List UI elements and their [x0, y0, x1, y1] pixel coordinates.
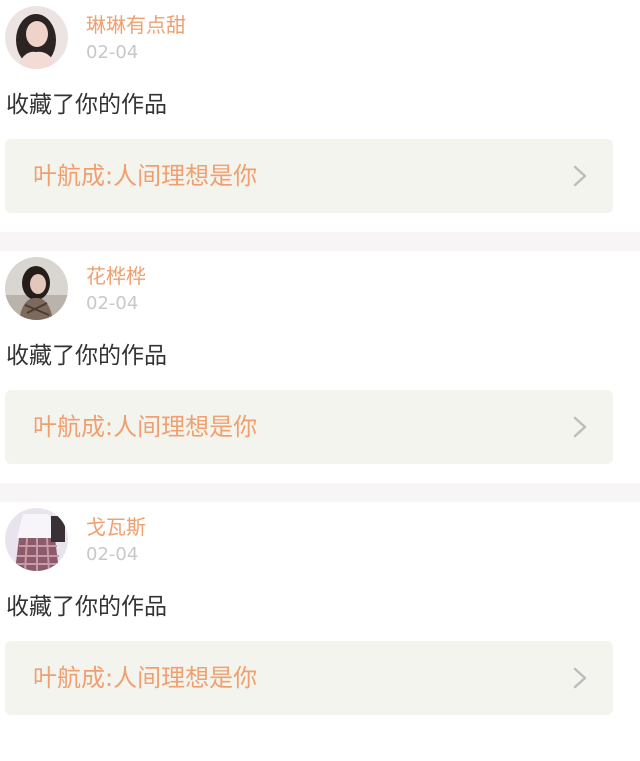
- username[interactable]: 戈瓦斯: [86, 514, 146, 540]
- work-card[interactable]: 叶航成:人间理想是你: [5, 390, 613, 464]
- section-divider: [0, 232, 640, 251]
- username[interactable]: 琳琳有点甜: [86, 12, 186, 38]
- user-avatar[interactable]: [5, 508, 68, 571]
- work-title: 叶航成:人间理想是你: [33, 413, 258, 441]
- user-avatar[interactable]: [5, 6, 68, 69]
- notification-item: 花桦桦 02-04 收藏了你的作品 叶航成:人间理想是你: [0, 251, 640, 483]
- section-divider: [0, 483, 640, 502]
- work-title: 叶航成:人间理想是你: [33, 664, 258, 692]
- avatar-image: [5, 508, 68, 571]
- action-text: 收藏了你的作品: [6, 343, 167, 369]
- notification-item: 琳琳有点甜 02-04 收藏了你的作品 叶航成:人间理想是你: [0, 0, 640, 232]
- chevron-right-icon: [573, 165, 587, 187]
- avatar-image: [5, 257, 68, 320]
- avatar-image: [5, 6, 68, 69]
- username[interactable]: 花桦桦: [86, 263, 146, 289]
- notification-feed: 琳琳有点甜 02-04 收藏了你的作品 叶航成:人间理想是你 花桦桦 02-04…: [0, 0, 640, 761]
- notification-item: 戈瓦斯 02-04 收藏了你的作品 叶航成:人间理想是你: [0, 502, 640, 734]
- timestamp: 02-04: [86, 544, 139, 565]
- action-text: 收藏了你的作品: [6, 92, 167, 118]
- timestamp: 02-04: [86, 42, 139, 63]
- chevron-right-icon: [573, 416, 587, 438]
- user-avatar[interactable]: [5, 257, 68, 320]
- action-text: 收藏了你的作品: [6, 594, 167, 620]
- work-title: 叶航成:人间理想是你: [33, 162, 258, 190]
- work-card[interactable]: 叶航成:人间理想是你: [5, 139, 613, 213]
- work-card[interactable]: 叶航成:人间理想是你: [5, 641, 613, 715]
- chevron-right-icon: [573, 667, 587, 689]
- timestamp: 02-04: [86, 293, 139, 314]
